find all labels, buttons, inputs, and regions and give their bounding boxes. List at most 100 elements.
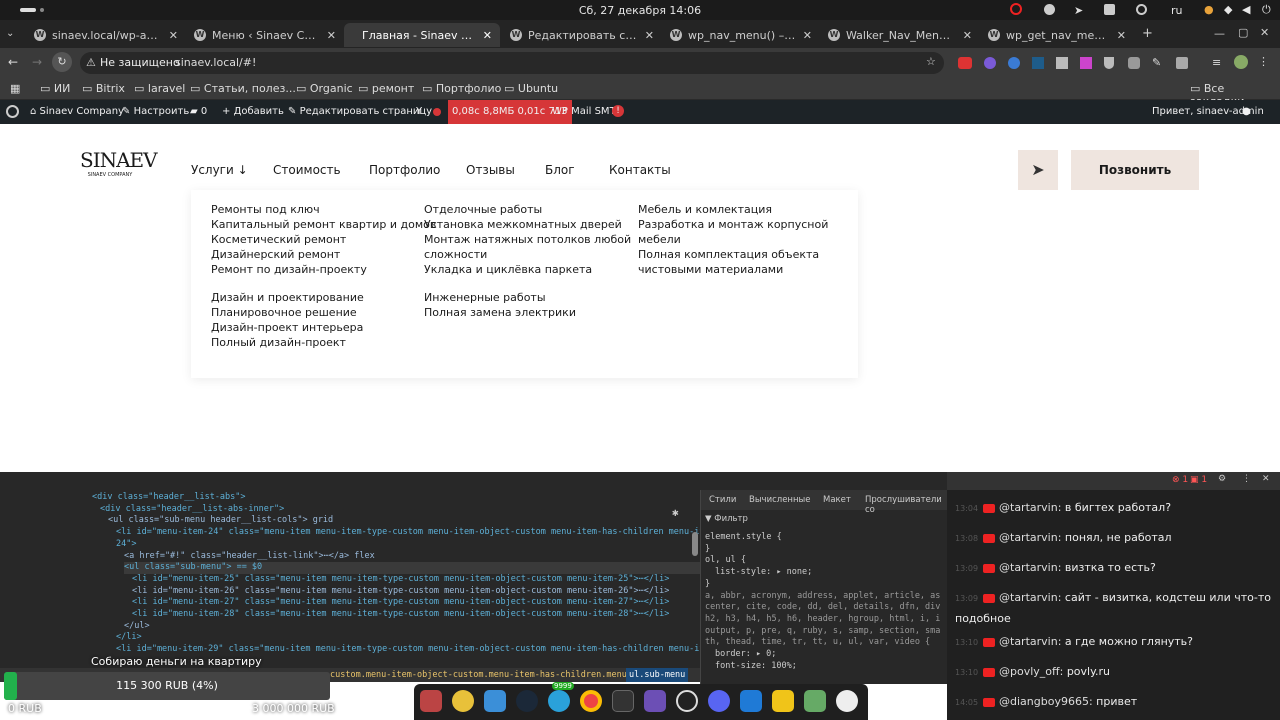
css-rule-line[interactable]: ol, ul { <box>705 555 941 565</box>
dom-node[interactable]: 24"> <box>116 539 136 551</box>
dom-node[interactable]: <div class="header__list-abs"> <box>92 492 246 504</box>
bookmark-organic[interactable]: ▭ Organic <box>296 82 353 95</box>
mega-menu-item[interactable]: Планировочное решение <box>211 305 364 320</box>
record-icon[interactable] <box>1010 3 1022 15</box>
trash-icon[interactable] <box>804 690 826 712</box>
dom-node[interactable]: </ul> <box>124 621 150 633</box>
status-icon[interactable] <box>1044 4 1055 15</box>
bookmark-remont[interactable]: ▭ ремонт <box>358 82 414 95</box>
mega-menu-item[interactable]: Полный дизайн-проект <box>211 335 364 350</box>
chrome-icon[interactable] <box>580 690 602 712</box>
css-rule-line[interactable]: border: ▸ 0; <box>715 649 941 659</box>
styles-filter[interactable]: ▼ Фильтр <box>705 514 945 528</box>
menu-icon[interactable]: ⋮ <box>1258 55 1269 68</box>
extension-icon-2[interactable] <box>1008 57 1020 69</box>
reload-icon[interactable]: ↻ <box>52 52 72 72</box>
apps-icon[interactable]: ▦ <box>10 82 20 95</box>
mega-menu-item[interactable]: мебели <box>638 232 828 247</box>
chat-user[interactable]: @diangboy9665: <box>999 695 1093 708</box>
mega-menu-item[interactable]: Капитальный ремонт квартир и домов <box>211 217 436 232</box>
mega-menu-item[interactable]: Разработка и монтаж корпусной <box>638 217 828 232</box>
nav-blog[interactable]: Блог <box>545 163 575 177</box>
wp-comments[interactable]: ▰ 0 <box>190 106 207 117</box>
mega-menu-item[interactable]: Ремонты под ключ <box>211 202 436 217</box>
close-icon[interactable]: ✕ <box>169 29 178 42</box>
dom-node[interactable]: <li id="menu-item-26" class="menu-item m… <box>132 586 669 598</box>
mega-menu-item[interactable]: Дизайнерский ремонт <box>211 247 436 262</box>
mega-menu-item[interactable]: Монтаж натяжных потолков любой <box>424 232 631 247</box>
power-icon[interactable]: ⏻ <box>1262 3 1271 17</box>
dom-node[interactable]: <li id="menu-item-25" class="menu-item m… <box>132 574 669 586</box>
steam-icon[interactable] <box>516 690 538 712</box>
tab-edit-page[interactable]: WРедактировать страниц✕ <box>502 23 662 47</box>
more-icon[interactable]: ⋮ <box>1242 474 1251 484</box>
mega-menu-item[interactable]: Косметический ремонт <box>211 232 436 247</box>
close-icon[interactable]: ✕ <box>645 29 654 42</box>
extension-icon-6[interactable] <box>1128 57 1140 69</box>
tray-icon-2[interactable] <box>1136 4 1147 15</box>
adblock-extension-icon[interactable] <box>958 57 972 69</box>
nav-portfolio[interactable]: Портфолио <box>369 163 440 177</box>
apps-grid-icon[interactable] <box>836 690 858 712</box>
chat-message[interactable]: 13:08 @tartarvin: понял, не работал <box>955 528 1275 549</box>
phpstorm-icon[interactable] <box>644 690 666 712</box>
styles-tab[interactable]: Стили <box>709 495 736 505</box>
chat-user[interactable]: @tartarvin: <box>999 561 1061 574</box>
minimize-icon[interactable]: — <box>1214 27 1225 40</box>
chat-message[interactable]: 13:10 @tartarvin: а где можно глянуть? <box>955 632 1275 653</box>
extension-icon-3[interactable] <box>1032 57 1044 69</box>
tab-menu[interactable]: WМеню ‹ Sinaev Company✕ <box>186 23 344 47</box>
mega-menu-item[interactable]: Отделочные работы <box>424 202 631 217</box>
mega-menu-item[interactable]: Установка межкомнатных дверей <box>424 217 631 232</box>
tab-get-nav-menu[interactable]: Wwp_get_nav_menu_item✕ <box>980 23 1134 47</box>
css-rule-line[interactable]: } <box>705 579 941 589</box>
forward-icon[interactable]: → <box>32 55 42 69</box>
extension-icon[interactable] <box>984 57 996 69</box>
mega-menu-item[interactable]: Мебель и комлектация <box>638 202 828 217</box>
close-icon[interactable]: ✕ <box>327 29 336 42</box>
chat-message[interactable]: 13:10 @povly_off: povly.ru <box>955 662 1275 683</box>
css-rule-line[interactable]: element.style { <box>705 532 941 542</box>
app-icon[interactable] <box>772 690 794 712</box>
tray-icon[interactable] <box>1104 4 1115 15</box>
keyboard-layout[interactable]: ru <box>1171 4 1183 17</box>
bookmark-laravel[interactable]: ▭ laravel <box>134 82 185 95</box>
bookmark-portfolio[interactable]: ▭ Портфолио <box>422 82 501 95</box>
vscode-icon[interactable] <box>740 690 762 712</box>
yoast-icon[interactable]: Y <box>416 106 422 117</box>
nav-reviews[interactable]: Отзывы <box>466 163 515 177</box>
security-label[interactable]: Не защищено <box>100 56 180 69</box>
bookmark-ai[interactable]: ▭ ИИ <box>40 82 70 95</box>
tab-wp-nav-menu[interactable]: Wwp_nav_menu() – Вывод✕ <box>662 23 820 47</box>
wordpress-logo-icon[interactable] <box>6 105 19 118</box>
close-icon[interactable]: ✕ <box>963 29 972 42</box>
dom-node[interactable]: </li> <box>116 632 142 644</box>
scrollbar[interactable] <box>692 532 698 556</box>
pen-icon[interactable]: ✎ <box>1152 56 1161 69</box>
extension-icon-4[interactable] <box>1056 57 1068 69</box>
devtools-close-icon[interactable]: ✕ <box>1262 474 1270 484</box>
chat-message[interactable]: 13:04 @tartarvin: в бигтех работал? <box>955 498 1275 519</box>
bookmark-ubuntu[interactable]: ▭ Ubuntu <box>504 82 558 95</box>
nav-pricing[interactable]: Стоимость <box>273 163 341 177</box>
wp-edit-page[interactable]: ✎ Редактировать страницу <box>288 106 432 117</box>
bookmark-star-icon[interactable]: ☆ <box>926 55 936 68</box>
chat-user[interactable]: @tartarvin: <box>999 531 1061 544</box>
error-count[interactable]: ⊗ 1 <box>1172 475 1188 485</box>
mega-menu-item[interactable]: Укладка и циклёвка паркета <box>424 262 631 277</box>
avatar[interactable] <box>1234 55 1248 69</box>
bookmark-bitrix[interactable]: ▭ Bitrix <box>82 82 125 95</box>
mega-menu-item[interactable]: Ремонт по дизайн-проекту <box>211 262 436 277</box>
warning-count[interactable]: ▣ 1 <box>1190 475 1207 485</box>
url-text[interactable]: sinaev.local/#! <box>175 56 256 69</box>
dom-node[interactable]: <a href="#!" class="header__list-link">⋯… <box>124 551 375 563</box>
close-icon[interactable]: ✕ <box>803 29 812 42</box>
mega-menu-item[interactable]: чистовыми материалами <box>638 262 828 277</box>
chat-user[interactable]: @tartarvin: <box>999 591 1061 604</box>
styles-tab[interactable]: Прослушиватели со <box>865 495 948 515</box>
css-rule-line[interactable]: center, cite, code, dd, del, details, df… <box>705 602 941 612</box>
chat-user[interactable]: @tartarvin: <box>999 501 1061 514</box>
wp-add-new[interactable]: + Добавить <box>222 106 284 117</box>
css-rule-line[interactable]: th, thead, time, tr, tt, u, ul, var, vid… <box>705 637 941 647</box>
css-rule-line[interactable]: list-style: ▸ none; <box>715 567 941 577</box>
